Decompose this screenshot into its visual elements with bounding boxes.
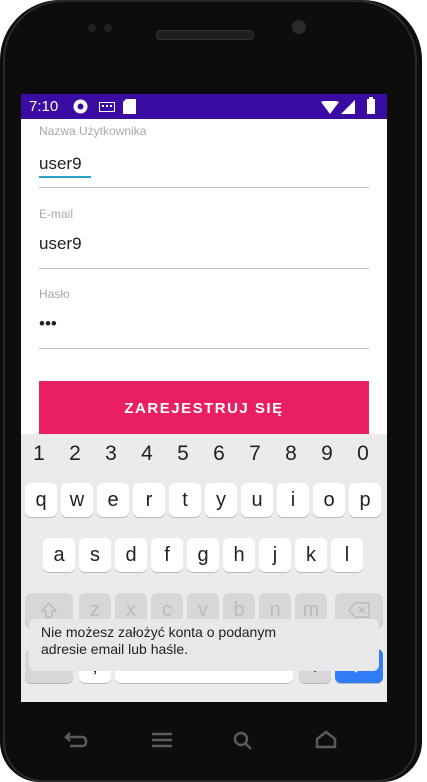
password-underline [39,348,369,349]
password-field[interactable]: ••• [39,314,57,334]
status-bar: 7:10 [21,94,387,119]
sensor-icon [88,24,96,32]
key-9[interactable]: 9 [315,442,339,466]
register-button[interactable]: ZAREJESTRUJ SIĘ [39,381,369,436]
key-w[interactable]: w [61,483,93,517]
toast-line-2: adresie email lub haśle. [41,641,189,657]
password-label: Hasło [39,287,70,301]
key-a[interactable]: a [43,538,75,572]
username-field[interactable]: user9 [39,154,82,174]
keyboard-notification-icon [99,102,115,112]
search-icon[interactable] [232,730,254,752]
sd-card-icon [123,99,136,114]
key-3[interactable]: 3 [99,442,123,466]
key-1[interactable]: 1 [27,442,51,466]
app-screen: 7:10 Nazwa Użytkownika user9 E-mail user… [21,94,387,702]
key-p[interactable]: p [349,483,381,517]
key-g[interactable]: g [187,538,219,572]
key-e[interactable]: e [97,483,129,517]
status-time: 7:10 [29,98,59,115]
key-y[interactable]: y [205,483,237,517]
toast-line-1: Nie możesz założyć konta o podanym [41,624,276,640]
key-f[interactable]: f [151,538,183,572]
key-6[interactable]: 6 [207,442,231,466]
battery-icon [367,97,375,114]
wifi-icon [321,101,339,114]
key-t[interactable]: t [169,483,201,517]
signal-icon [341,100,355,114]
key-l[interactable]: l [331,538,363,572]
key-u[interactable]: u [241,483,273,517]
phone-frame: 7:10 Nazwa Użytkownika user9 E-mail user… [0,0,422,782]
key-8[interactable]: 8 [279,442,303,466]
key-2[interactable]: 2 [63,442,87,466]
email-field[interactable]: user9 [39,234,82,254]
key-k[interactable]: k [295,538,327,572]
home-icon[interactable] [314,730,338,750]
toast-text: Nie możesz założyć konta o podanym adres… [41,624,341,658]
key-s[interactable]: s [79,538,111,572]
email-underline [39,268,369,269]
key-q[interactable]: q [25,483,57,517]
shift-icon [40,601,58,618]
username-label: Nazwa Użytkownika [39,124,147,138]
camera-icon [292,20,306,34]
sensor-icon [104,24,112,32]
key-5[interactable]: 5 [171,442,195,466]
key-4[interactable]: 4 [135,442,159,466]
back-icon[interactable] [64,730,88,750]
username-underline [39,187,369,188]
device-nav-bar [0,702,422,782]
notification-icon [73,99,88,114]
username-focus-underline [39,176,91,178]
number-row: 1 2 3 4 5 6 7 8 9 0 [21,434,387,474]
key-j[interactable]: j [259,538,291,572]
key-r[interactable]: r [133,483,165,517]
key-0[interactable]: 0 [351,442,375,466]
key-d[interactable]: d [115,538,147,572]
backspace-icon [348,602,370,618]
menu-icon[interactable] [150,730,174,750]
email-label: E-mail [39,207,74,221]
key-o[interactable]: o [313,483,345,517]
speaker-grille [156,30,254,40]
key-i[interactable]: i [277,483,309,517]
key-7[interactable]: 7 [243,442,267,466]
key-h[interactable]: h [223,538,255,572]
